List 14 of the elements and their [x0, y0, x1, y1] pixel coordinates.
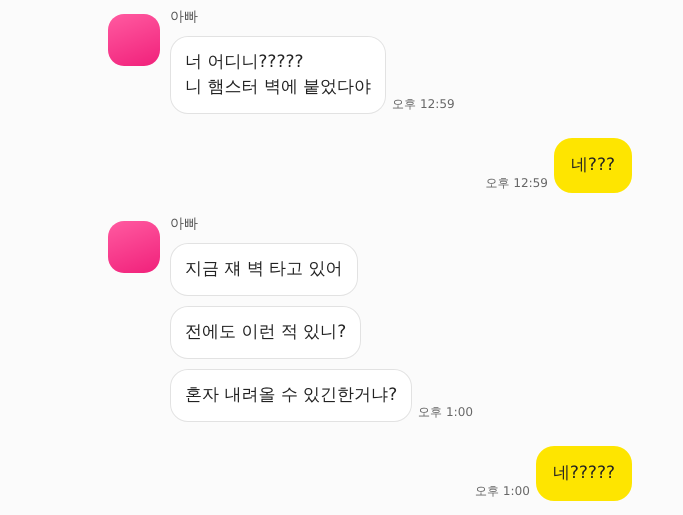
message-time: 오후 12:59: [486, 175, 548, 192]
message-bubble: 지금 쟤 벽 타고 있어: [170, 243, 358, 296]
avatar-icon: [108, 14, 160, 66]
message-time: 오후 1:00: [475, 483, 530, 500]
message-bubble: 네???: [554, 138, 632, 193]
avatar-icon: [108, 221, 160, 273]
message-time: 오후 1:00: [418, 404, 473, 421]
message-bubble: 전에도 이런 적 있니?: [170, 306, 362, 359]
sender-name: 아빠: [170, 8, 199, 26]
message-time: 오후 12:59: [392, 96, 455, 113]
message-bubble: 네?????: [536, 446, 632, 501]
message-bubble: 혼자 내려올 수 있긴한거냐?: [170, 369, 412, 422]
sender-name: 아빠: [170, 215, 199, 233]
message-bubble: 너 어디니????? 니 햄스터 벽에 붙었다야: [170, 36, 386, 114]
